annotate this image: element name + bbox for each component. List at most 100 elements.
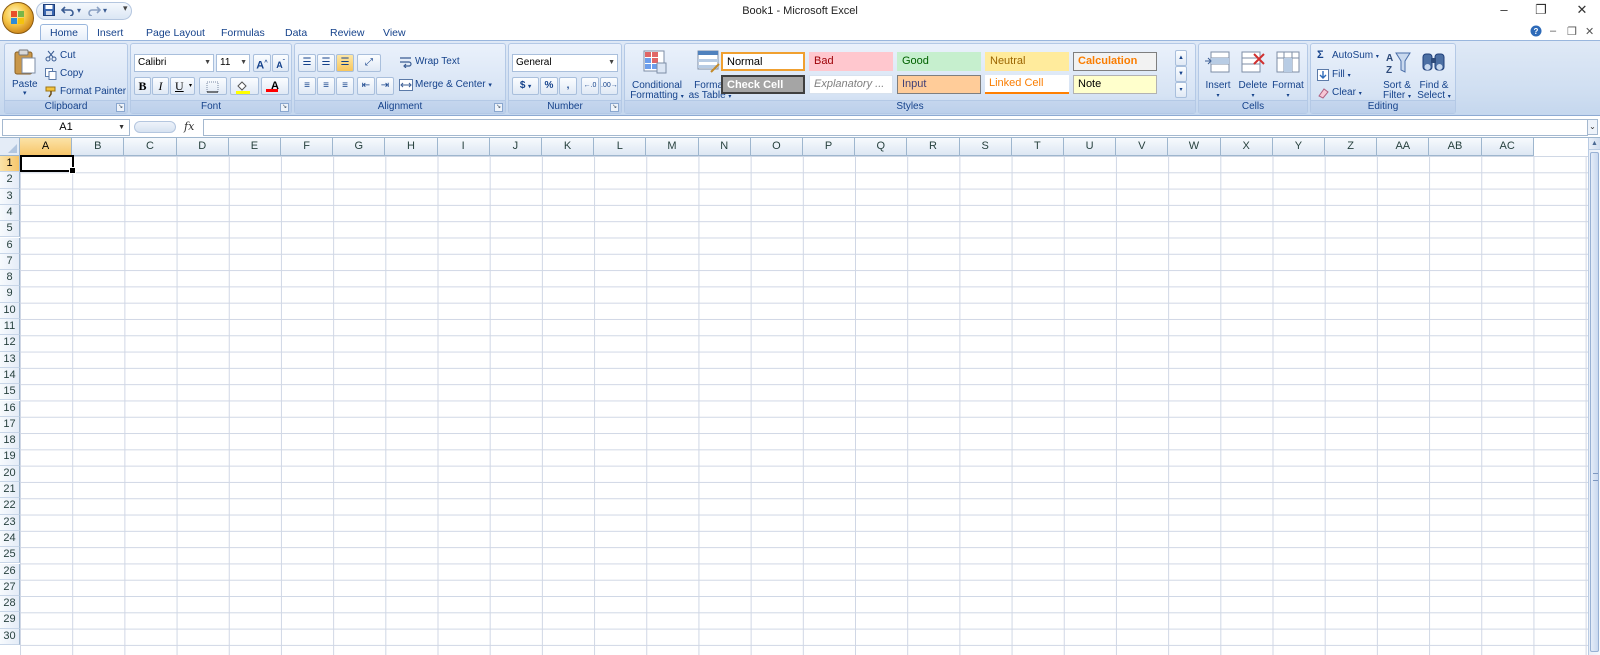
cell-style-normal[interactable]: Normal [721,52,805,71]
workbook-close-icon[interactable]: ✕ [1585,25,1594,38]
column-header-aa[interactable]: AA [1377,138,1430,156]
restore-icon[interactable]: ❐ [1531,2,1551,18]
tab-view[interactable]: View [374,25,415,41]
row-header-16[interactable]: 16 [0,400,20,417]
find-select-icon[interactable] [1421,50,1447,79]
tab-review[interactable]: Review [321,25,373,41]
column-header-b[interactable]: B [72,138,125,156]
column-header-l[interactable]: L [594,138,647,156]
delete-cells-button[interactable]: Delete ▾ [1236,81,1270,101]
row-header-13[interactable]: 13 [0,351,20,368]
tab-formulas[interactable]: Formulas [212,25,274,41]
align-right-button[interactable]: ≡ [336,77,354,95]
row-header-10[interactable]: 10 [0,302,20,319]
font-name-select[interactable]: Calibri ▼ [134,54,214,72]
format-painter-button[interactable]: Format Painter [60,86,126,97]
cell-style-neutral[interactable]: Neutral [985,52,1069,71]
gallery-up-icon[interactable]: ▲ [1175,50,1187,66]
gallery-more-icon[interactable]: ▾ [1175,82,1187,98]
bold-button[interactable]: B [134,77,151,95]
tab-page-layout[interactable]: Page Layout [137,25,214,41]
formula-splitter[interactable] [134,121,176,133]
row-header-7[interactable]: 7 [0,253,20,271]
cell-grid[interactable] [20,156,1588,655]
format-painter-icon[interactable] [45,86,57,101]
wrap-text-button[interactable]: Wrap Text [415,56,460,67]
office-button[interactable] [2,2,34,34]
row-header-30[interactable]: 30 [0,628,20,645]
fill-color-button[interactable] [230,77,259,95]
column-header-g[interactable]: G [333,138,386,156]
row-header-1[interactable]: 1 [0,156,20,173]
decrease-decimal-button[interactable]: .00→ [600,77,618,95]
cell-style-good[interactable]: Good [897,52,981,71]
row-header-14[interactable]: 14 [0,367,20,385]
column-header-ac[interactable]: AC [1481,138,1534,156]
expand-formula-bar-icon[interactable]: ⌄ [1587,119,1598,135]
vertical-scrollbar[interactable]: ▲ [1588,138,1600,655]
row-header-9[interactable]: 9 [0,286,20,303]
row-header-22[interactable]: 22 [0,498,20,515]
row-header-15[interactable]: 15 [0,384,20,401]
fill-button[interactable]: Fill ▾ [1332,69,1351,80]
fill-icon[interactable] [1317,69,1329,84]
cut-icon[interactable] [45,50,57,65]
column-header-n[interactable]: N [698,138,751,156]
column-header-h[interactable]: H [385,138,438,156]
paste-dropdown-icon[interactable]: ▾ [23,89,27,97]
delete-cells-icon[interactable] [1240,50,1266,77]
tab-insert[interactable]: Insert [88,25,132,41]
grow-font-button[interactable]: A^ [253,54,271,72]
row-header-23[interactable]: 23 [0,514,20,531]
percent-button[interactable]: % [540,77,558,95]
row-header-28[interactable]: 28 [0,596,20,613]
row-header-4[interactable]: 4 [0,204,20,222]
column-header-r[interactable]: R [907,138,960,156]
column-header-a[interactable]: A [20,138,73,156]
copy-icon[interactable] [45,68,57,83]
column-header-p[interactable]: P [803,138,856,156]
row-header-5[interactable]: 5 [0,221,20,238]
clipboard-launcher-icon[interactable]: ↘ [116,103,125,112]
autosum-button[interactable]: AutoSum ▾ [1332,50,1379,61]
column-header-v[interactable]: V [1116,138,1169,156]
italic-button[interactable]: I [152,77,169,95]
row-header-21[interactable]: 21 [0,482,20,499]
row-header-26[interactable]: 26 [0,563,20,580]
number-format-select[interactable]: General ▼ [512,54,618,72]
column-header-q[interactable]: Q [855,138,908,156]
column-header-w[interactable]: W [1168,138,1221,156]
column-header-s[interactable]: S [959,138,1012,156]
decrease-indent-button[interactable]: ⇤ [357,77,375,95]
row-header-18[interactable]: 18 [0,433,20,450]
column-header-t[interactable]: T [1011,138,1064,156]
column-header-c[interactable]: C [124,138,177,156]
alignment-launcher-icon[interactable]: ↘ [494,103,503,112]
underline-button[interactable]: U ▾ [170,77,195,95]
align-center-button[interactable]: ≡ [317,77,335,95]
close-icon[interactable]: ✕ [1572,2,1592,18]
column-header-e[interactable]: E [228,138,281,156]
sort-filter-button[interactable]: Sort & Filter ▾ [1379,81,1415,102]
workbook-restore-icon[interactable]: ❐ [1567,25,1577,38]
font-launcher-icon[interactable]: ↘ [280,103,289,112]
find-select-button[interactable]: Find & Select ▾ [1415,81,1453,102]
column-header-j[interactable]: J [489,138,542,156]
align-top-button[interactable]: ☰ [298,54,316,72]
increase-decimal-button[interactable]: ←.0 [581,77,599,95]
align-left-button[interactable]: ≡ [298,77,316,95]
formula-input[interactable] [203,119,1588,136]
workbook-minimize-icon[interactable]: – [1550,25,1556,37]
comma-button[interactable]: , [559,77,577,95]
conditional-formatting-icon[interactable] [643,50,667,77]
cell-style-note[interactable]: Note [1073,75,1157,94]
column-header-u[interactable]: U [1064,138,1117,156]
row-header-20[interactable]: 20 [0,465,20,482]
minimize-icon[interactable]: – [1494,2,1514,17]
cell-style-check-cell[interactable]: Check Cell [721,75,805,94]
autosum-icon[interactable]: Σ [1317,49,1324,61]
row-header-8[interactable]: 8 [0,270,20,287]
cell-style-bad[interactable]: Bad [809,52,893,71]
number-launcher-icon[interactable]: ↘ [610,103,619,112]
format-cells-button[interactable]: Format ▾ [1270,81,1306,101]
